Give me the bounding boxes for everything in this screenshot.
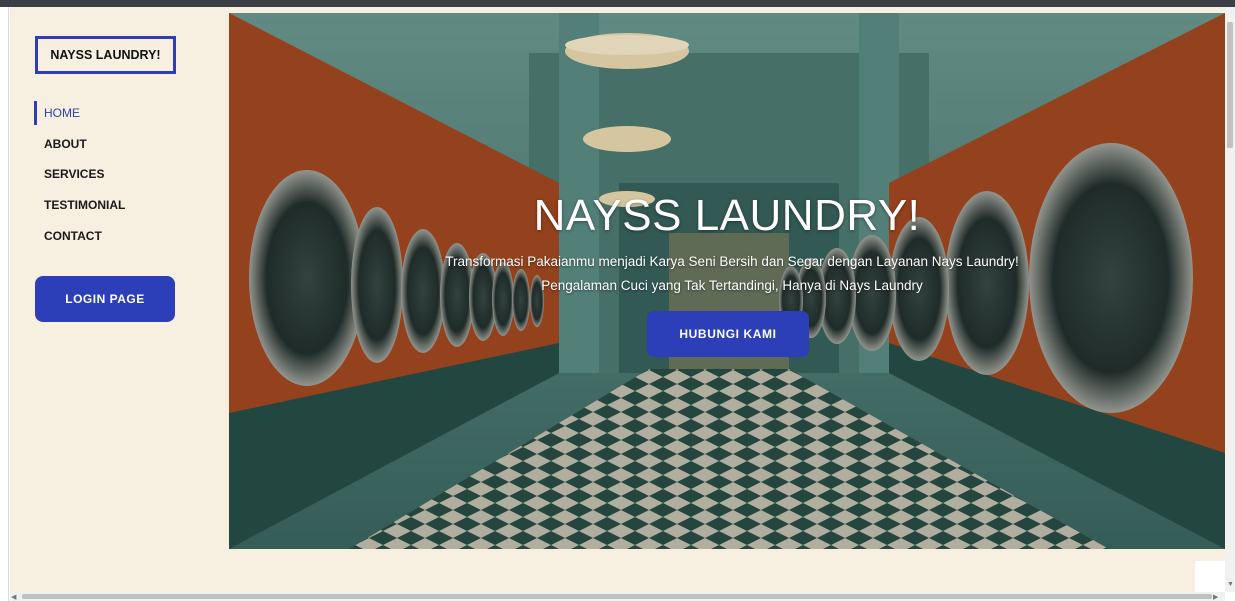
nav-item-contact[interactable]: CONTACT	[34, 224, 174, 248]
corner-panel	[1195, 561, 1225, 592]
nav-item-home[interactable]: HOME	[34, 101, 174, 125]
horizontal-scrollbar-thumb[interactable]	[22, 594, 1212, 599]
hero-subtitle: Transformasi Pakaianmu menjadi Karya Sen…	[445, 254, 1019, 293]
scroll-right-arrow-icon[interactable]: ▶	[1213, 593, 1218, 601]
nav-item-services[interactable]: SERVICES	[34, 162, 174, 186]
window-top-bar	[0, 0, 1235, 7]
scroll-down-arrow-icon[interactable]: ▼	[1227, 581, 1234, 588]
nav-item-testimonial[interactable]: TESTIMONIAL	[34, 193, 174, 217]
vertical-scrollbar-thumb[interactable]	[1227, 22, 1233, 148]
hubungi-kami-button[interactable]: HUBUNGI KAMI	[647, 311, 809, 357]
hero-section: NAYSS LAUNDRY! Transformasi Pakaianmu me…	[229, 13, 1225, 549]
scroll-left-arrow-icon[interactable]: ◀	[11, 593, 16, 601]
window-left-edge	[0, 7, 9, 601]
brand-logo[interactable]: NAYSS LAUNDRY!	[35, 36, 176, 74]
hero-content: NAYSS LAUNDRY! Transformasi Pakaianmu me…	[229, 13, 1225, 549]
hero-title: NAYSS LAUNDRY!	[533, 191, 921, 240]
nav-item-about[interactable]: ABOUT	[34, 132, 174, 156]
page: NAYSS LAUNDRY! HOME ABOUT SERVICES TESTI…	[10, 7, 1225, 592]
login-page-button[interactable]: LOGIN PAGE	[35, 276, 175, 322]
